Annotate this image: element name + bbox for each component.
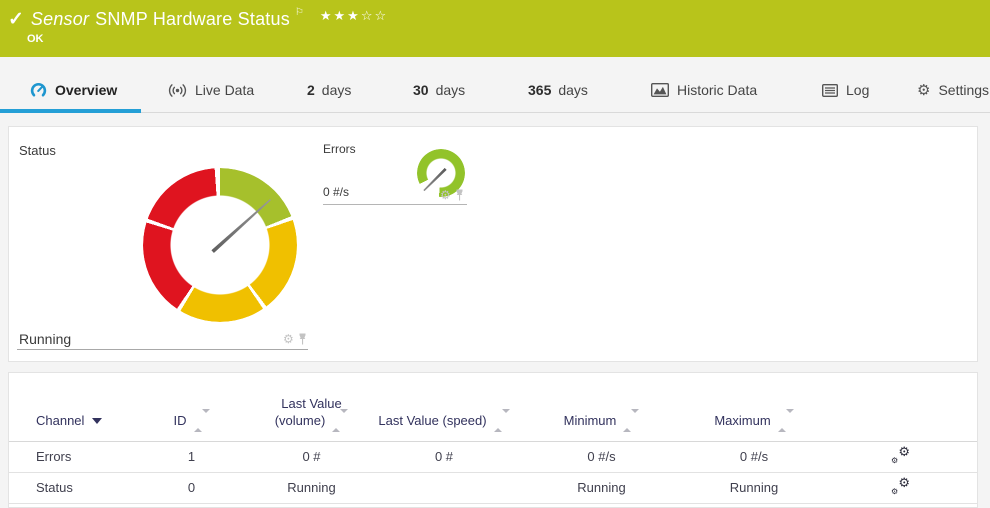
sort-icon <box>623 408 640 432</box>
minimum-cell: Running <box>519 472 684 504</box>
maximum-cell: Running <box>684 472 824 504</box>
column-header-last-value-volume[interactable]: Last Value (volume) <box>254 373 369 442</box>
column-header-channel[interactable]: Channel <box>9 373 129 442</box>
tab-30-days[interactable]: 30 days <box>413 79 465 101</box>
gauges-panel: Status Running ⚙ Errors 0 #/s ⚙ <box>8 126 978 362</box>
sort-icon <box>493 408 510 432</box>
tab-historic-data-label: Historic Data <box>677 82 758 98</box>
table-header-row: Channel ID Last Value (volume) Last Valu… <box>9 373 977 442</box>
sensor-overview-page: ✓ Sensor SNMP Hardware Status ⚐ ★★★☆☆ OK … <box>0 0 990 508</box>
tab-log[interactable]: Log <box>822 79 869 101</box>
column-header-maximum[interactable]: Maximum <box>684 373 824 442</box>
minimum-cell: 0 #/s <box>519 441 684 473</box>
channel-actions-cell: ⚙ ⚙ <box>824 472 977 504</box>
channel-name-cell: Status <box>9 472 129 504</box>
maximum-cell: 0 #/s <box>684 441 824 473</box>
sort-icon <box>193 408 210 432</box>
tab-overview-label: Overview <box>55 82 118 98</box>
column-label: ID <box>173 412 187 428</box>
gear-icon[interactable]: ⚙ <box>283 333 294 345</box>
tab-historic-data[interactable]: Historic Data <box>651 79 757 101</box>
sort-icon <box>332 408 349 432</box>
errors-cell-actions: ⚙ <box>440 189 464 201</box>
channel-settings-icon[interactable]: ⚙ ⚙ <box>891 475 910 496</box>
last-value-speed-cell: 0 # <box>369 441 519 473</box>
sensor-status-badge: OK <box>27 33 44 45</box>
tab-bar: Overview Live Data 2 days 30 days 365 da… <box>0 57 990 113</box>
tab-settings[interactable]: ⚙ Settings <box>917 79 989 101</box>
table-row: Status 0 Running Running Running ⚙ ⚙ <box>9 472 977 504</box>
channel-actions-cell: ⚙ ⚙ <box>824 441 977 473</box>
channels-panel: Channel ID Last Value (volume) Last Valu… <box>8 372 978 508</box>
column-header-last-value-speed[interactable]: Last Value (speed) <box>369 373 519 442</box>
sensor-title-row: ✓ Sensor SNMP Hardware Status ⚐ ★★★☆☆ <box>8 6 388 32</box>
sensor-header: ✓ Sensor SNMP Hardware Status ⚐ ★★★☆☆ OK <box>0 0 990 57</box>
status-donut-gauge <box>143 168 297 322</box>
column-label: Channel <box>36 412 85 428</box>
gear-icon-small: ⚙ <box>891 486 899 496</box>
tab-2-days-label: days <box>321 82 352 98</box>
status-gauge-value: Running <box>19 331 72 347</box>
column-header-actions <box>824 373 977 442</box>
last-value-volume-cell: 0 # <box>254 441 369 473</box>
sensor-name: SNMP Hardware Status <box>95 9 290 29</box>
gear-icon: ⚙ <box>898 475 910 491</box>
tab-2-days[interactable]: 2 days <box>307 79 351 101</box>
tab-365-days-number: 365 <box>528 82 552 98</box>
tab-2-days-number: 2 <box>307 82 315 98</box>
column-label: Last Value (speed) <box>378 412 487 428</box>
status-gauge-title: Status <box>19 143 56 158</box>
channel-id-cell: 0 <box>129 472 254 504</box>
gear-icon[interactable]: ⚙ <box>440 189 451 201</box>
sort-descending-icon <box>92 417 103 424</box>
errors-gauge-value: 0 #/s <box>323 185 350 199</box>
priority-stars[interactable]: ★★★☆☆ <box>320 9 388 25</box>
last-value-volume-cell: Running <box>254 472 369 504</box>
page-title: Sensor SNMP Hardware Status <box>31 6 290 32</box>
table-row: Errors 1 0 # 0 # 0 #/s 0 #/s ⚙ ⚙ <box>9 441 977 473</box>
settings-gear-icon: ⚙ <box>917 81 931 99</box>
status-cell-divider <box>17 349 308 350</box>
tab-live-data-label: Live Data <box>195 82 255 98</box>
gear-icon-small: ⚙ <box>891 455 899 465</box>
gear-icon: ⚙ <box>898 444 910 460</box>
gauge-icon <box>30 82 47 98</box>
status-cell-actions: ⚙ <box>283 333 307 345</box>
tab-log-label: Log <box>846 82 870 98</box>
last-value-speed-cell <box>369 472 519 504</box>
tab-settings-label: Settings <box>938 82 990 98</box>
status-check-icon: ✓ <box>8 9 24 30</box>
tab-30-days-label: days <box>435 82 466 98</box>
channel-name-cell: Errors <box>9 441 129 473</box>
tab-live-data[interactable]: Live Data <box>168 79 254 101</box>
column-header-id[interactable]: ID <box>129 373 254 442</box>
column-label: Minimum <box>563 412 617 428</box>
errors-gauge-title: Errors <box>323 142 356 156</box>
pin-icon[interactable] <box>298 333 307 345</box>
channel-id-cell: 1 <box>129 441 254 473</box>
errors-cell-divider <box>323 204 467 205</box>
channels-table: Channel ID Last Value (volume) Last Valu… <box>9 373 977 504</box>
tab-30-days-number: 30 <box>413 82 429 98</box>
log-list-icon <box>822 83 838 97</box>
flag-icon[interactable]: ⚐ <box>295 8 304 18</box>
tab-365-days[interactable]: 365 days <box>528 79 588 101</box>
historic-chart-icon <box>651 83 669 97</box>
channel-settings-icon[interactable]: ⚙ ⚙ <box>891 444 910 465</box>
live-data-icon <box>168 83 187 98</box>
pin-icon[interactable] <box>455 189 464 201</box>
sensor-type-label: Sensor <box>30 9 90 29</box>
column-label: Maximum <box>714 412 771 428</box>
active-tab-indicator <box>0 109 141 113</box>
tab-overview[interactable]: Overview <box>30 79 117 101</box>
column-header-minimum[interactable]: Minimum <box>519 373 684 442</box>
sort-icon <box>777 408 794 432</box>
tab-365-days-label: days <box>558 82 588 98</box>
